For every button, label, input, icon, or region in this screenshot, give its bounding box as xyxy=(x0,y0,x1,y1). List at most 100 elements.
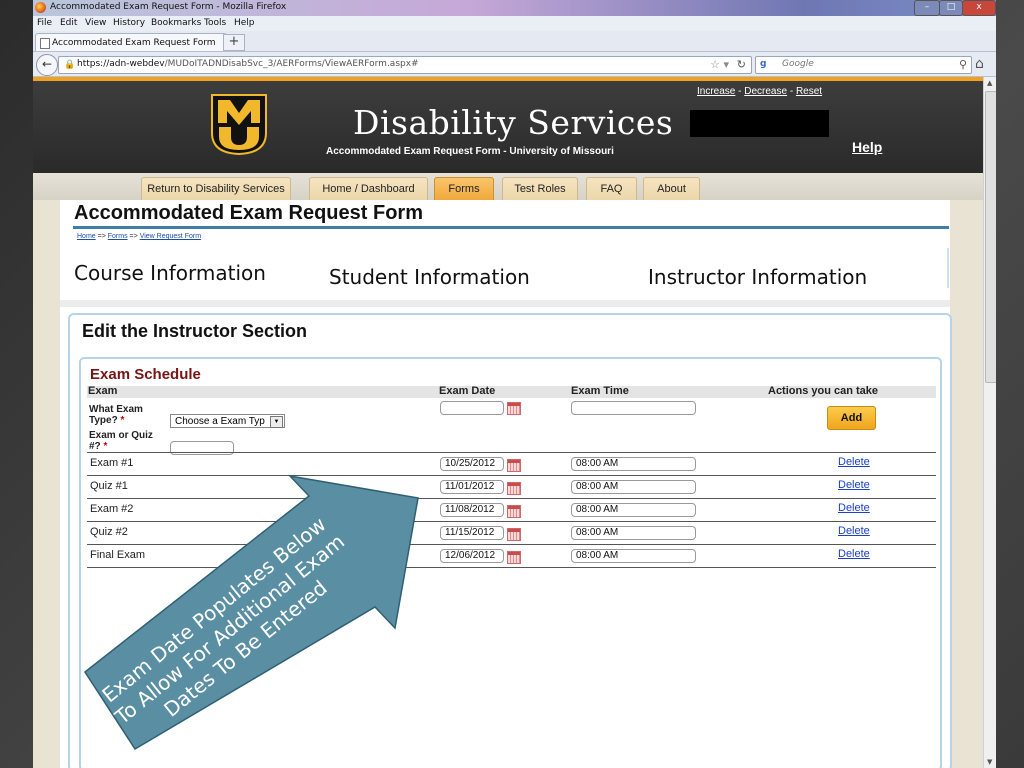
title-bar: Accommodated Exam Request Form - Mozilla… xyxy=(33,0,996,16)
exam-number-label: Exam or Quiz #? * xyxy=(89,430,153,452)
nav-faq[interactable]: FAQ xyxy=(586,177,637,200)
col-exam-time: Exam Time xyxy=(571,385,629,397)
nav-test-roles[interactable]: Test Roles xyxy=(502,177,578,200)
separator: - xyxy=(787,86,796,97)
exam-name: Quiz #2 xyxy=(90,526,128,538)
exam-name: Quiz #1 xyxy=(90,480,128,492)
breadcrumb-forms[interactable]: Forms xyxy=(108,233,128,240)
tab-instructor-information[interactable]: Instructor Information xyxy=(648,265,867,289)
tab-course-information[interactable]: Course Information xyxy=(74,261,266,285)
exam-time-input[interactable]: 08:00 AM xyxy=(571,526,696,540)
exam-time-input[interactable]: 08:00 AM xyxy=(571,457,696,471)
calendar-icon[interactable] xyxy=(507,528,521,541)
home-icon[interactable]: ⌂ xyxy=(975,56,984,72)
exam-time-input[interactable]: 08:00 AM xyxy=(571,549,696,563)
search-placeholder: Google xyxy=(782,59,814,69)
tab-accommodated-exam-request-form[interactable]: Accommodated Exam Request Form xyxy=(35,33,227,51)
bookmark-star-icon[interactable]: ☆ ▾ xyxy=(710,58,729,71)
exam-date-input[interactable]: 10/25/2012 xyxy=(440,457,504,471)
menu-edit[interactable]: Edit xyxy=(60,18,77,28)
table-bottom-rule xyxy=(87,567,936,568)
nav-home-dashboard[interactable]: Home / Dashboard xyxy=(309,177,428,200)
page-title: Accommodated Exam Request Form xyxy=(74,202,423,224)
exam-date-input[interactable]: 11/01/2012 xyxy=(440,480,504,494)
menu-history[interactable]: History xyxy=(113,18,145,28)
exam-schedule-panel: Exam Schedule Exam Exam Date Exam Time A… xyxy=(79,357,942,768)
site-title: Disability Services xyxy=(353,103,674,142)
tab-label: Accommodated Exam Request Form xyxy=(52,38,216,48)
table-row: Exam #1 10/25/2012 08:00 AM Delete xyxy=(87,452,936,475)
redacted-box xyxy=(690,110,829,137)
navigation-bar: ← 🔒 https://adn-webdev/MUDoITADNDisabSvc… xyxy=(33,52,996,77)
page-icon xyxy=(40,38,50,49)
nav-forms[interactable]: Forms xyxy=(434,177,494,200)
section-divider xyxy=(60,300,950,307)
increase-text-link[interactable]: Increase xyxy=(697,86,735,97)
delete-link[interactable]: Delete xyxy=(838,525,870,537)
col-actions: Actions you can take xyxy=(768,385,879,397)
nav-return-to-disability-services[interactable]: Return to Disability Services xyxy=(141,177,291,200)
separator: - xyxy=(735,86,745,97)
minimize-button[interactable]: – xyxy=(914,0,940,16)
exam-date-input[interactable]: 11/15/2012 xyxy=(440,526,504,540)
menu-tools[interactable]: Tools xyxy=(204,18,226,28)
table-row: Quiz #2 11/15/2012 08:00 AM Delete xyxy=(87,521,936,544)
title-rule xyxy=(73,226,949,229)
delete-link[interactable]: Delete xyxy=(838,548,870,560)
exam-date-input[interactable]: 11/08/2012 xyxy=(440,503,504,517)
decrease-text-link[interactable]: Decrease xyxy=(744,86,787,97)
breadcrumb-home[interactable]: Home xyxy=(77,233,96,240)
new-exam-time-input[interactable] xyxy=(571,401,696,415)
delete-link[interactable]: Delete xyxy=(838,479,870,491)
menu-view[interactable]: View xyxy=(85,18,106,28)
url-bar[interactable]: 🔒 https://adn-webdev/MUDoITADNDisabSvc_3… xyxy=(58,56,752,74)
tab-panel-edge xyxy=(947,248,949,288)
exam-type-label: What Exam Type? * xyxy=(89,404,143,426)
calendar-icon[interactable] xyxy=(507,505,521,518)
tab-bar: Accommodated Exam Request Form + xyxy=(33,31,996,52)
table-row: Final Exam 12/06/2012 08:00 AM Delete xyxy=(87,544,936,567)
back-arrow-icon[interactable]: ← xyxy=(36,54,58,76)
text-size-controls: Increase - Decrease - Reset xyxy=(697,86,822,97)
reload-icon[interactable]: ↻ xyxy=(737,58,746,71)
breadcrumb-sep: => xyxy=(127,233,140,240)
scroll-up-icon[interactable]: ▲ xyxy=(987,79,992,87)
exam-time-input[interactable]: 08:00 AM xyxy=(571,503,696,517)
breadcrumb-view-request-form[interactable]: View Request Form xyxy=(140,233,201,240)
breadcrumb-sep: => xyxy=(95,233,108,240)
exam-name: Exam #2 xyxy=(90,503,134,515)
exam-type-select[interactable]: Choose a Exam Typ ▼ xyxy=(170,414,285,428)
firefox-icon xyxy=(35,2,46,13)
maximize-button[interactable]: □ xyxy=(939,0,963,16)
delete-link[interactable]: Delete xyxy=(838,502,870,514)
delete-link[interactable]: Delete xyxy=(838,456,870,468)
exam-name: Exam #1 xyxy=(90,457,134,469)
exam-schedule-title: Exam Schedule xyxy=(90,366,201,383)
vertical-scrollbar[interactable]: ▲ ▼ xyxy=(983,77,996,768)
exam-time-input[interactable]: 08:00 AM xyxy=(571,480,696,494)
help-link[interactable]: Help xyxy=(852,139,882,155)
calendar-icon[interactable] xyxy=(507,459,521,472)
chevron-down-icon: ▼ xyxy=(270,416,283,428)
calendar-icon[interactable] xyxy=(507,482,521,495)
mu-logo xyxy=(211,94,267,155)
calendar-icon[interactable] xyxy=(507,402,521,415)
scroll-down-icon[interactable]: ▼ xyxy=(987,758,992,766)
scrollbar-thumb[interactable] xyxy=(985,91,996,383)
menu-help[interactable]: Help xyxy=(234,18,255,28)
add-button[interactable]: Add xyxy=(827,406,876,430)
tab-student-information[interactable]: Student Information xyxy=(329,265,530,289)
search-icon[interactable]: ⚲ xyxy=(959,58,967,71)
menu-file[interactable]: File xyxy=(37,18,52,28)
calendar-icon[interactable] xyxy=(507,551,521,564)
reset-text-link[interactable]: Reset xyxy=(796,86,822,97)
exam-date-input[interactable]: 12/06/2012 xyxy=(440,549,504,563)
search-bar[interactable]: g Google ⚲ xyxy=(755,56,972,74)
menu-bookmarks[interactable]: Bookmarks xyxy=(151,18,201,28)
nav-about[interactable]: About xyxy=(643,177,700,200)
breadcrumb: Home => Forms => View Request Form xyxy=(77,233,201,240)
new-exam-date-input[interactable] xyxy=(440,401,504,415)
new-tab-button[interactable]: + xyxy=(223,34,245,51)
url-text: https://adn-webdev/MUDoITADNDisabSvc_3/A… xyxy=(77,59,419,69)
close-button[interactable]: x xyxy=(962,0,996,16)
